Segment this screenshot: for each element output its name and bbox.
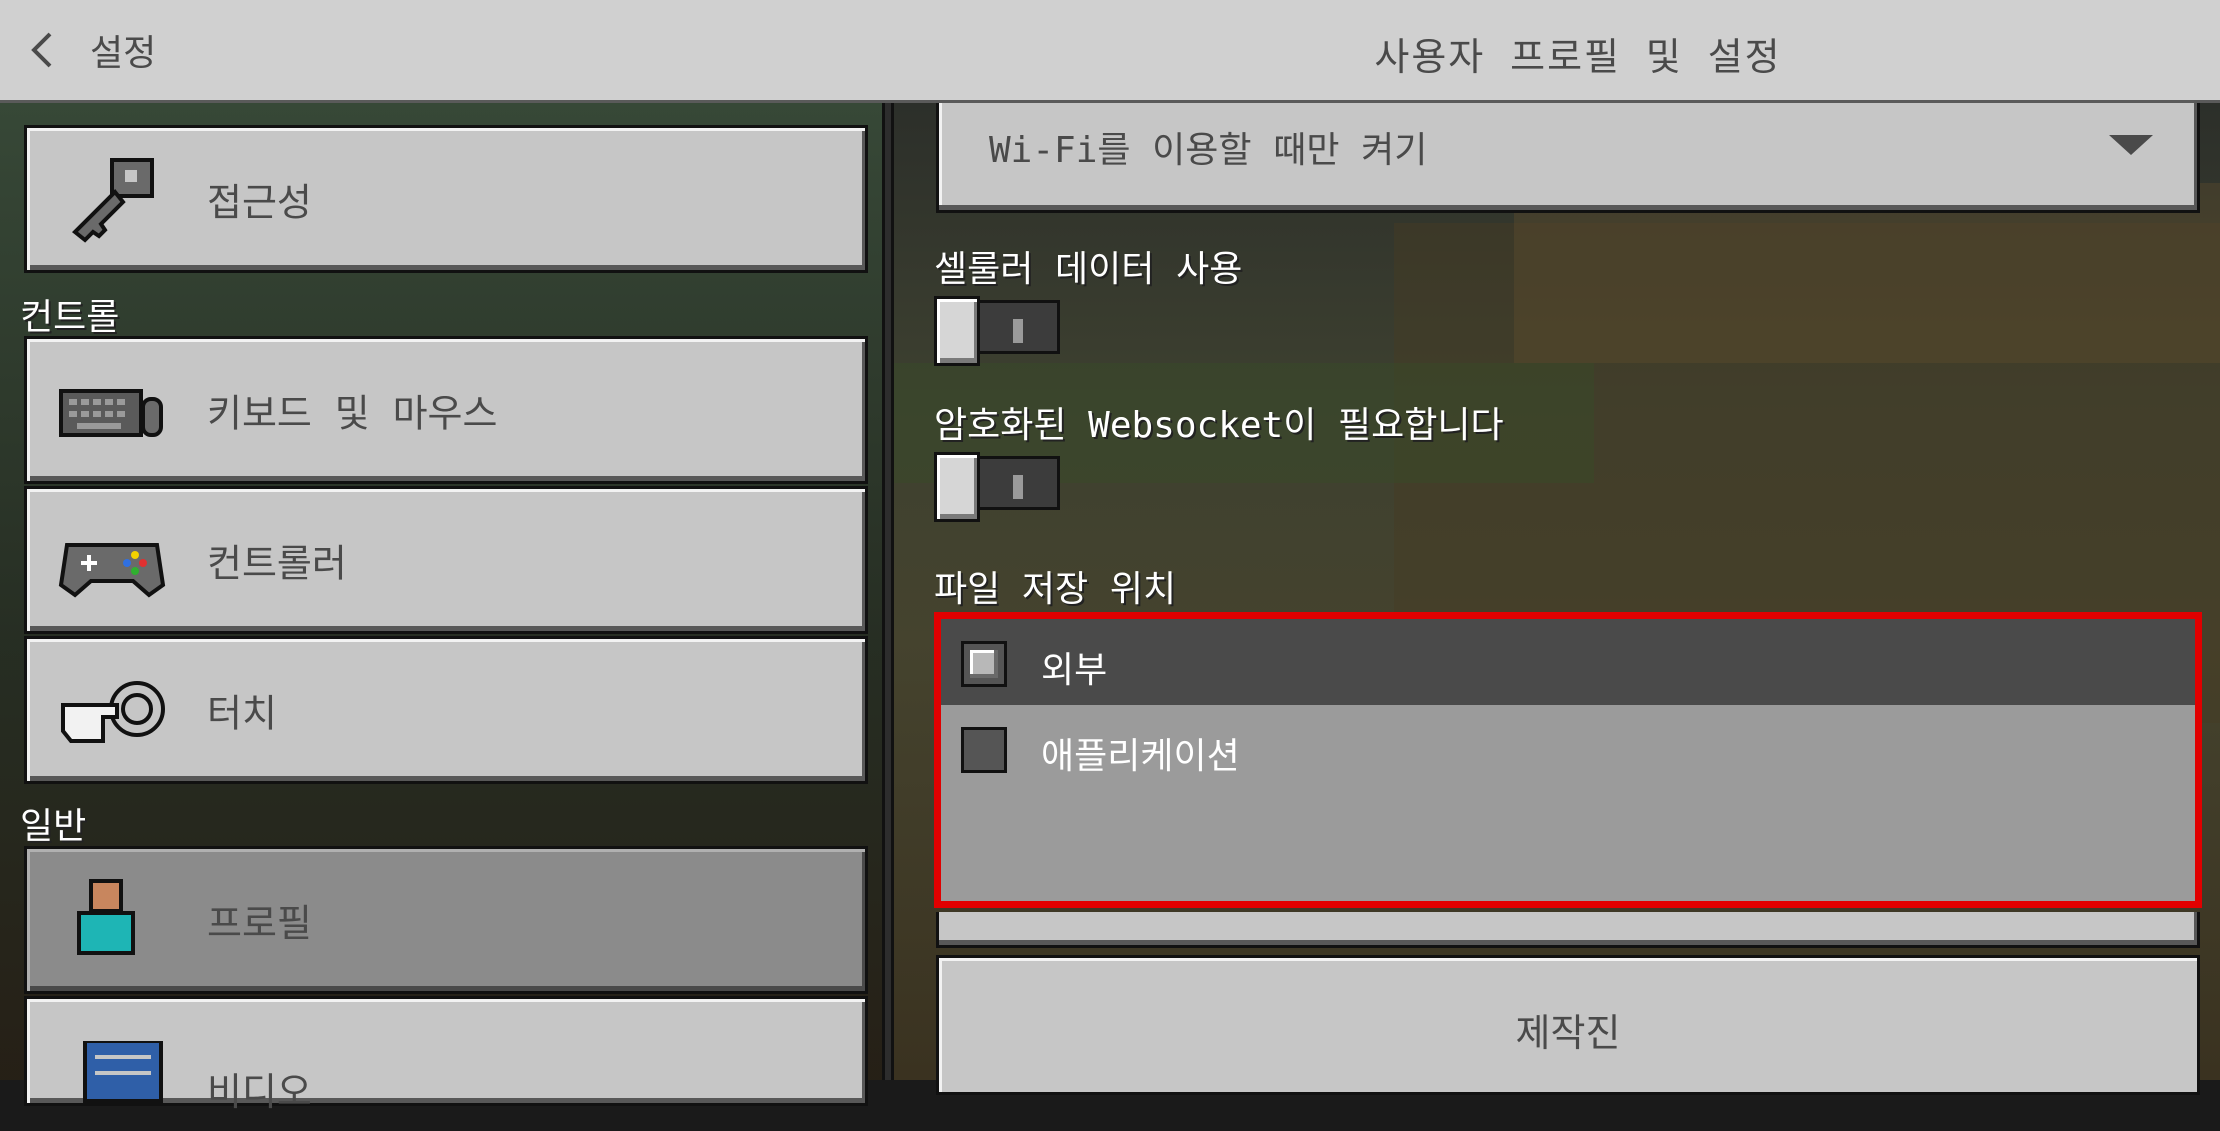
page-title: 사용자 프로필 및 설정	[1374, 35, 1782, 79]
websocket-label: 암호화된 Websocket이 필요합니다	[934, 405, 1504, 446]
websocket-toggle[interactable]	[934, 452, 1062, 522]
panel-divider	[882, 103, 894, 1080]
caret-down-icon	[2109, 135, 2153, 155]
toggle-knob	[934, 452, 980, 522]
sidebar-item-label: 접근성	[207, 180, 312, 225]
header-bar: 설정 사용자 프로필 및 설정	[0, 0, 2220, 103]
sidebar-item-accessibility[interactable]: 접근성	[24, 125, 868, 273]
storage-location-label: 파일 저장 위치	[934, 569, 1177, 610]
section-label-controls: 컨트롤	[20, 297, 120, 338]
credits-label: 제작진	[1515, 1011, 1621, 1055]
network-dropdown[interactable]: Wi-Fi를 이용할 때만 켜기	[936, 103, 2200, 213]
back-button[interactable]: 설정	[30, 24, 156, 76]
sidebar-item-controller[interactable]: 컨트롤러	[24, 486, 868, 634]
section-label-general: 일반	[20, 806, 87, 847]
sidebar-item-keyboard-mouse[interactable]: 키보드 및 마우스	[24, 336, 868, 484]
storage-option-label: 외부	[1041, 650, 1108, 691]
toggle-knob	[934, 296, 980, 366]
profile-icon	[77, 879, 135, 955]
radio-unchecked-icon	[961, 727, 1007, 773]
sidebar-item-label: 키보드 및 마우스	[207, 391, 498, 436]
sidebar-item-profile[interactable]: 프로필	[24, 846, 868, 994]
gamepad-icon	[58, 543, 166, 598]
sidebar-item-label: 터치	[207, 691, 277, 736]
touch-hand-icon	[61, 681, 165, 743]
video-settings-icon	[83, 1041, 163, 1103]
panel-strip	[936, 912, 2200, 948]
chevron-left-icon	[31, 32, 52, 68]
storage-option-external[interactable]: 외부	[941, 619, 2195, 705]
sidebar-item-touch[interactable]: 터치	[24, 636, 868, 784]
storage-location-options: 외부 애플리케이션	[934, 612, 2202, 908]
sidebar-item-video[interactable]: 비디오	[24, 996, 868, 1114]
credits-button[interactable]: 제작진	[936, 955, 2200, 1095]
dropdown-value: Wi-Fi를 이용할 때만 켜기	[989, 130, 1428, 171]
key-icon	[72, 158, 154, 243]
storage-option-label: 애플리케이션	[1041, 736, 1240, 777]
sidebar-item-label: 비디오	[207, 1070, 312, 1114]
keyboard-mouse-icon	[59, 389, 163, 437]
radio-checked-icon	[961, 641, 1007, 687]
sidebar-item-label: 컨트롤러	[207, 541, 347, 586]
cellular-toggle[interactable]	[934, 296, 1062, 366]
back-label: 설정	[90, 33, 157, 74]
cellular-label: 셀룰러 데이터 사용	[934, 249, 1243, 290]
storage-option-application[interactable]: 애플리케이션	[941, 705, 2195, 791]
sidebar-item-label: 프로필	[207, 901, 312, 946]
